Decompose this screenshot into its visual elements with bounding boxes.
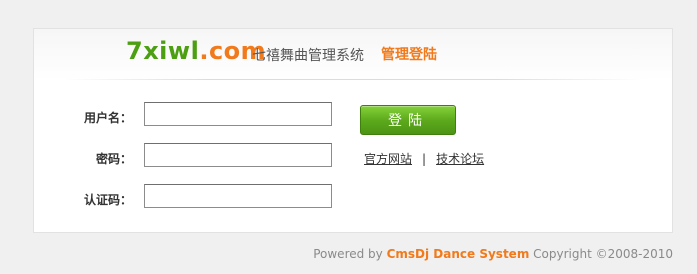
footer-powered-by: Powered by [313, 247, 387, 261]
password-input[interactable] [144, 143, 332, 167]
login-panel: 7xiwl.com 七禧舞曲管理系统 管理登陆 用户名： 密码： 认证码： 登陆… [33, 28, 673, 233]
footer-brand[interactable]: CmsDj Dance System [387, 247, 530, 261]
links-bar: 官方网站 | 技术论坛 [364, 150, 484, 167]
login-button[interactable]: 登陆 [360, 105, 456, 135]
captcha-label: 认证码： [83, 193, 132, 207]
logo-main-text: 7xiwl [126, 37, 200, 65]
username-input[interactable] [144, 102, 332, 126]
footer: Powered by CmsDj Dance System Copyright … [313, 247, 673, 261]
captcha-input[interactable] [144, 184, 332, 208]
logo-dot: . [199, 37, 209, 65]
site-logo: 7xiwl.com [126, 37, 266, 65]
system-title: 七禧舞曲管理系统 [252, 48, 364, 64]
link-separator: | [422, 152, 427, 166]
login-title: 管理登陆 [381, 47, 437, 63]
password-label: 密码： [95, 152, 132, 166]
username-label: 用户名： [83, 111, 132, 125]
footer-copyright: Copyright ©2008-2010 [529, 247, 673, 261]
login-header: 7xiwl.com 七禧舞曲管理系统 管理登陆 [34, 29, 672, 81]
header-divider [64, 79, 642, 80]
tech-forum-link[interactable]: 技术论坛 [436, 152, 484, 166]
official-site-link[interactable]: 官方网站 [364, 152, 412, 166]
